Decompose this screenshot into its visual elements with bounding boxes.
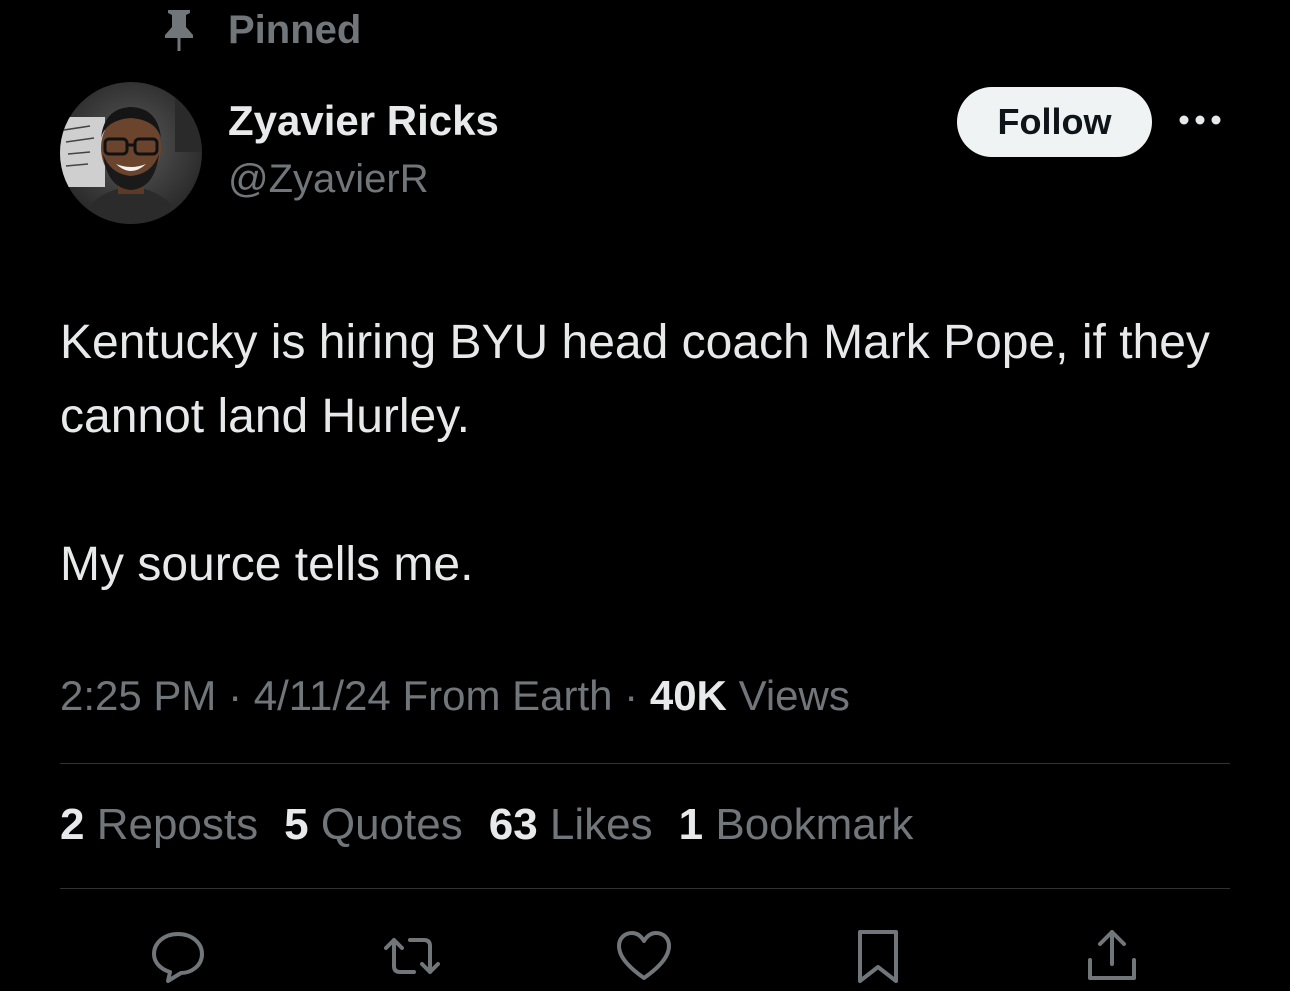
author-handle[interactable]: @ZyavierR: [228, 157, 429, 202]
reposts-stat[interactable]: 2 Reposts: [60, 800, 258, 850]
share-icon: [1082, 926, 1142, 991]
bookmark-icon: [848, 926, 908, 991]
author-name[interactable]: Zyavier Ricks: [228, 97, 499, 145]
likes-label: Likes: [549, 800, 653, 849]
tweet-meta: 2:25 PM · 4/11/24 From Earth · 40K Views: [60, 672, 850, 720]
bookmarks-count: 1: [678, 800, 704, 849]
bookmarks-stat[interactable]: 1 Bookmark: [679, 800, 914, 850]
quotes-label: Quotes: [320, 800, 463, 849]
reposts-count: 2: [60, 800, 85, 849]
views-label[interactable]: Views: [739, 672, 850, 719]
reply-button[interactable]: [146, 926, 210, 990]
follow-button[interactable]: Follow: [957, 87, 1152, 157]
quotes-stat[interactable]: 5 Quotes: [284, 800, 463, 850]
repost-icon: [382, 926, 442, 991]
tweet-date[interactable]: 4/11/24: [254, 672, 391, 719]
action-bar: [0, 920, 1290, 990]
meta-separator: ·: [624, 672, 639, 719]
share-button[interactable]: [1080, 926, 1144, 990]
like-icon: [614, 926, 674, 991]
more-dots-icon: [1178, 113, 1222, 131]
quotes-count: 5: [284, 800, 309, 849]
engagement-stats: 2 Reposts 5 Quotes 63 Likes 1 Bookmark: [60, 800, 939, 850]
pin-icon: [160, 6, 198, 54]
bookmark-button[interactable]: [846, 926, 910, 990]
views-count[interactable]: 40K: [650, 672, 727, 719]
bookmarks-label: Bookmark: [715, 800, 914, 849]
pinned-label: Pinned: [228, 7, 362, 52]
tweet-text: Kentucky is hiring BYU head coach Mark P…: [60, 316, 1210, 591]
reposts-label: Reposts: [96, 800, 259, 849]
divider: [60, 888, 1230, 889]
likes-count: 63: [488, 800, 538, 849]
divider: [60, 763, 1230, 764]
tweet-source: From Earth: [402, 672, 613, 719]
likes-stat[interactable]: 63 Likes: [489, 800, 653, 850]
more-options-button[interactable]: [1170, 98, 1230, 146]
meta-separator: ·: [228, 672, 243, 719]
reply-icon: [148, 926, 208, 991]
pinned-indicator: Pinned: [160, 6, 361, 54]
avatar[interactable]: [60, 82, 202, 224]
tweet-time[interactable]: 2:25 PM: [60, 672, 216, 719]
repost-button[interactable]: [380, 926, 444, 990]
like-button[interactable]: [612, 926, 676, 990]
